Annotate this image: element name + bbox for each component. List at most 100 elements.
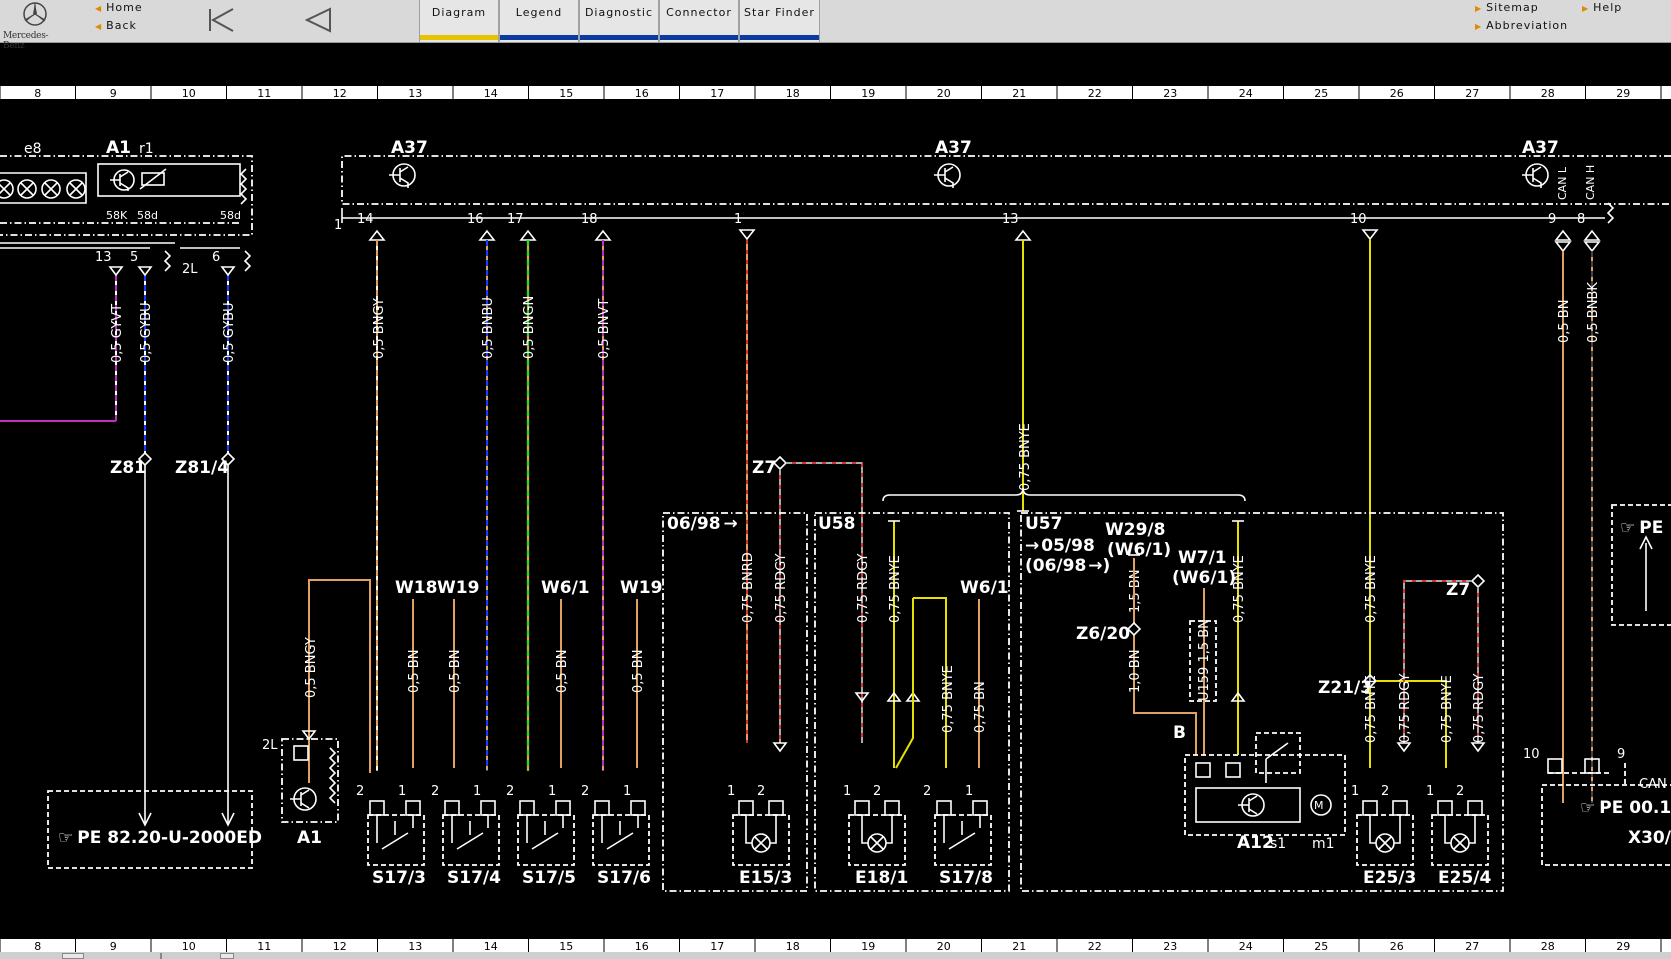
- grid-number: 19: [861, 87, 875, 100]
- grid-number: 10: [182, 940, 196, 952]
- pin-number: 2: [1456, 784, 1464, 799]
- wire-label-u159: U159 1,5 BN: [1197, 619, 1212, 701]
- status-button[interactable]: [220, 953, 234, 959]
- grid-number: 17: [710, 87, 724, 100]
- pin-box: [519, 800, 535, 816]
- back-link[interactable]: ◀ Back: [95, 19, 137, 32]
- pin-number: 1: [398, 784, 406, 799]
- component-e253: E25/3: [1363, 868, 1416, 888]
- status-button[interactable]: [62, 953, 84, 959]
- connector-arrows: [854, 691, 921, 703]
- home-link[interactable]: ◀ Home: [95, 1, 143, 14]
- connector-arrows: [1396, 742, 1486, 753]
- module-label-r1: r1: [139, 141, 154, 157]
- component-s176: S17/6: [597, 868, 651, 888]
- component-s175: S17/5: [522, 868, 576, 888]
- splice-label-z7-b: Z7: [1446, 580, 1470, 600]
- status-divider: [160, 953, 162, 959]
- lamp-wire-icon: [1444, 815, 1476, 850]
- tab-diagnostic[interactable]: Diagnostic: [579, 0, 659, 42]
- component-s174: S17/4: [447, 868, 501, 888]
- connector-arrow: [772, 742, 788, 753]
- bracket: [882, 487, 1246, 502]
- lamp-body: [848, 814, 906, 866]
- wire-label-bnye-e25: 0,75 BNYE: [1364, 675, 1379, 743]
- switch-box: [1255, 732, 1301, 774]
- pin-number: 1: [548, 784, 556, 799]
- grid-number: 12: [333, 940, 347, 952]
- grid-number: 27: [1465, 87, 1479, 100]
- pin-number: 1: [1426, 784, 1434, 799]
- wire-label-bnye-top: 0,75 BNYE: [1018, 423, 1033, 491]
- grid-ruler-top: 8 9 10 11 12 13 14 15 16 17 18 19 20 21 22 23 24 25 26 27 28…: [0, 86, 1671, 100]
- relay-switch-icon: [1265, 742, 1289, 783]
- tab-legend[interactable]: Legend: [499, 0, 579, 42]
- ruler-strip: [0, 86, 1671, 99]
- label-w19-b: W19: [620, 578, 662, 598]
- lamp-wire-icon: [861, 815, 893, 850]
- label-u58: U58: [818, 514, 855, 534]
- wiring-diagram[interactable]: .w { stroke:#fff; stroke-width:1.6; fill…: [0, 43, 1671, 952]
- pin-5: 5: [130, 250, 138, 265]
- tab-legend-label: Legend: [515, 6, 563, 19]
- grid-number: 28: [1541, 87, 1555, 100]
- previous-button[interactable]: [301, 4, 337, 36]
- grid-number: 20: [937, 87, 951, 100]
- wire-label-rdgy-2: 0,75 RDGY: [856, 553, 871, 623]
- abbreviation-link[interactable]: ▶ Abbreviation: [1475, 19, 1568, 32]
- pin-number: 2: [757, 784, 765, 799]
- connector-box-x30: [1541, 784, 1671, 866]
- pin-1-b: 1: [734, 212, 742, 227]
- pin-number: 2: [923, 784, 931, 799]
- splice-label-z81-4: Z81/4: [175, 458, 229, 478]
- grid-number: 11: [257, 940, 271, 952]
- wire-down: [144, 465, 229, 823]
- nav-arrow-icon: ▶: [1475, 4, 1483, 13]
- pin-16: 16: [467, 212, 484, 227]
- pin-box: [1195, 762, 1211, 778]
- tab-star-finder[interactable]: Star Finder: [739, 0, 820, 42]
- pin-box: [1362, 800, 1378, 816]
- grid-number: 13: [408, 940, 422, 952]
- module-label-e8: e8: [24, 141, 42, 157]
- label-pin-10: 10: [1523, 747, 1540, 762]
- help-link[interactable]: ▶ Help: [1582, 1, 1622, 14]
- pin-box: [293, 745, 309, 761]
- label-w29-8: W29/8: [1105, 520, 1165, 540]
- grid-number: 17: [710, 940, 724, 952]
- pin-9: 9: [1548, 212, 1556, 227]
- grid-number: 24: [1239, 87, 1253, 100]
- sitemap-link[interactable]: ▶ Sitemap: [1475, 1, 1539, 14]
- grid-number: 19: [861, 940, 875, 952]
- tab-diagram[interactable]: Diagram: [419, 0, 499, 42]
- grid-number: 12: [333, 87, 347, 100]
- grid-number: 21: [1012, 940, 1026, 952]
- component-m1: m1: [1312, 836, 1335, 852]
- wire-label-bngy: 0,5 BNGY: [372, 298, 387, 359]
- component-e153: E15/3: [739, 868, 792, 888]
- module-label-a37-3: A37: [1522, 138, 1559, 158]
- tab-connector[interactable]: Connector: [659, 0, 739, 42]
- back-label: Back: [106, 19, 137, 32]
- transistor-icon: [290, 787, 317, 811]
- switch-icon: [601, 815, 639, 850]
- mercedes-logo[interactable]: Mercedes-Benz: [2, 0, 68, 51]
- pin-8: 8: [1577, 212, 1585, 227]
- wire-label-bnye-e254: 0,75 BNYE: [1440, 675, 1455, 743]
- splice-label-z6-20: Z6/20: [1076, 624, 1130, 644]
- first-page-button[interactable]: [203, 4, 239, 36]
- component-e254: E25/4: [1438, 868, 1491, 888]
- a37-bus: [341, 208, 1605, 223]
- pin-box: [972, 800, 988, 816]
- pin-box: [1392, 800, 1408, 816]
- nav-arrow-icon: ▶: [1475, 22, 1483, 31]
- pin-number: 2: [506, 784, 514, 799]
- wire-label-rdgy-e25: 0,75 RDGY: [1398, 673, 1413, 743]
- connector-down-arrows: [738, 229, 1379, 241]
- resistor-icon: [328, 747, 337, 804]
- arrow-up-icon: [1639, 535, 1653, 611]
- grid-number: 18: [786, 87, 800, 100]
- grid-number: 26: [1390, 87, 1404, 100]
- help-label: Help: [1593, 1, 1623, 14]
- pin-box: [1547, 758, 1563, 774]
